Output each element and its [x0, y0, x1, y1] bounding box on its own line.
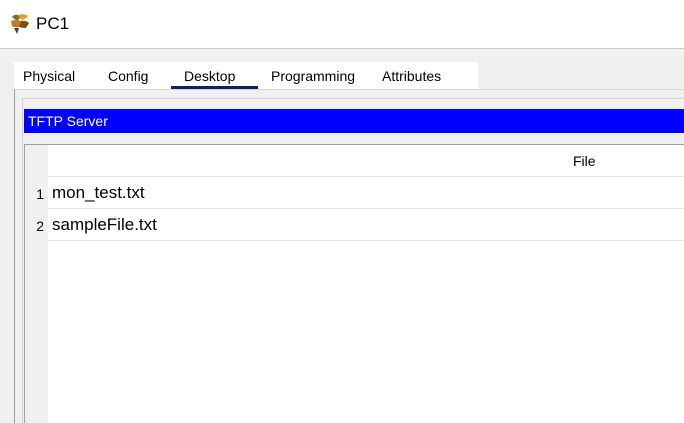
file-cell[interactable]: mon_test.txt [48, 177, 684, 209]
tab-desktop[interactable]: Desktop [184, 68, 235, 84]
file-column-header[interactable]: File [48, 145, 684, 177]
row-number: 2 [36, 218, 44, 234]
tab-physical[interactable]: Physical [23, 68, 75, 84]
tab-strip: Physical Config Desktop Programming Attr… [14, 62, 684, 89]
row-number: 1 [36, 186, 44, 202]
app-title: TFTP Server [28, 113, 108, 129]
tab-attributes[interactable]: Attributes [382, 68, 441, 84]
file-column-label: File [573, 153, 596, 169]
row-number-cell: 2 [25, 209, 48, 241]
table-row[interactable]: 2 sampleFile.txt [25, 209, 684, 241]
file-table: File 1 mon_test.txt 2 sampleFile.txt [24, 144, 684, 423]
title-bar: PC1 [0, 0, 684, 48]
pc1-window: PC1 Physical Config Desktop Programming … [0, 0, 684, 423]
app-title-bar: TFTP Server [24, 109, 684, 133]
window-title: PC1 [36, 14, 70, 33]
tab-programming[interactable]: Programming [271, 68, 355, 84]
table-row[interactable]: 1 mon_test.txt [25, 177, 684, 209]
file-cell[interactable]: sampleFile.txt [48, 209, 684, 241]
title-separator [0, 48, 684, 49]
pc-app-icon [8, 13, 32, 35]
file-name: mon_test.txt [52, 183, 145, 202]
row-number-cell: 1 [25, 177, 48, 209]
file-name: sampleFile.txt [52, 215, 157, 234]
tab-config[interactable]: Config [108, 68, 148, 84]
